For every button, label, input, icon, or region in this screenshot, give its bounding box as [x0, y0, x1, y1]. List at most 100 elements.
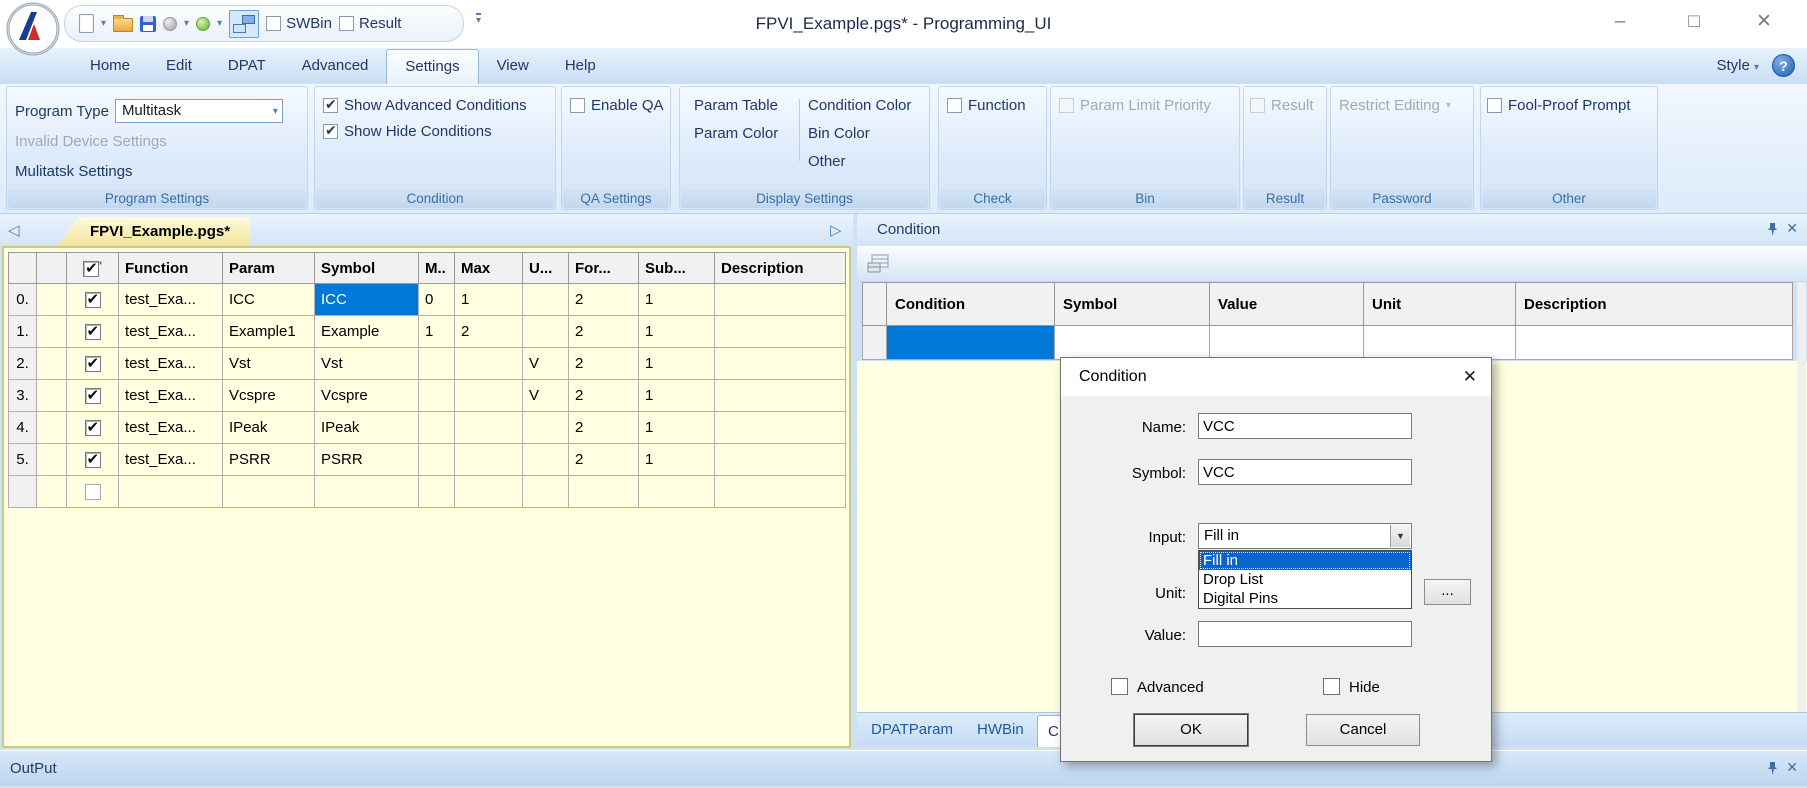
cell-param[interactable]: Vst	[223, 348, 315, 380]
cell-sub[interactable]	[639, 476, 715, 508]
enable-qa-checkbox[interactable]: Enable QA	[570, 97, 664, 114]
cell-unit[interactable]: V	[523, 380, 569, 412]
row-index[interactable]	[9, 476, 37, 508]
col-unit[interactable]: U...	[523, 253, 569, 284]
dialog-close-icon[interactable]: ✕	[1463, 358, 1477, 396]
new-file-icon[interactable]	[79, 14, 94, 33]
row-checkbox-box[interactable]	[85, 324, 101, 340]
row-checkbox[interactable]	[67, 380, 119, 412]
cell-symbol[interactable]: IPeak	[315, 412, 419, 444]
col-value[interactable]: Value	[1210, 283, 1364, 326]
close-panel-icon[interactable]: ✕	[1786, 220, 1798, 237]
cell-unit[interactable]	[1364, 326, 1516, 360]
close-button[interactable]: ✕	[1742, 0, 1786, 44]
pin-icon[interactable]	[1767, 762, 1778, 780]
show-hide-conditions-box[interactable]	[323, 124, 338, 139]
function-checkbox[interactable]: Function	[947, 97, 1026, 114]
row-index[interactable]: 2.	[9, 348, 37, 380]
cell-function[interactable]: test_Exa...	[119, 284, 223, 316]
row-checkbox[interactable]	[67, 284, 119, 316]
row-checkbox-box[interactable]	[85, 388, 101, 404]
cell-param[interactable]: IPeak	[223, 412, 315, 444]
dropdown-option-drop-list[interactable]: Drop List	[1199, 570, 1411, 589]
cell-description[interactable]	[715, 380, 846, 412]
row-index[interactable]: 5.	[9, 444, 37, 476]
cell-description[interactable]	[1516, 326, 1793, 360]
cell-format[interactable]: 2	[569, 284, 639, 316]
cell-sub[interactable]: 1	[639, 316, 715, 348]
row-checkbox-box[interactable]	[85, 356, 101, 372]
col-unit[interactable]: Unit	[1364, 283, 1516, 326]
row-checkbox-box[interactable]	[85, 420, 101, 436]
cell-max[interactable]: 2	[455, 316, 523, 348]
select-all-checkbox[interactable]: '	[67, 253, 119, 284]
col-symbol[interactable]: Symbol	[1055, 283, 1210, 326]
cell-description[interactable]	[715, 284, 846, 316]
show-advanced-conditions-box[interactable]	[323, 98, 338, 113]
row-index[interactable]: 4.	[9, 412, 37, 444]
tab-home[interactable]: Home	[72, 48, 148, 84]
col-sub[interactable]: Sub...	[639, 253, 715, 284]
document-tab[interactable]: FPVI_Example.pgs*	[58, 217, 250, 246]
row-checkbox-box[interactable]	[85, 452, 101, 468]
swbin-checkbox[interactable]: SWBin	[266, 15, 332, 32]
row-checkbox[interactable]	[67, 444, 119, 476]
close-panel-icon[interactable]: ✕	[1786, 759, 1798, 776]
cell-min[interactable]	[419, 348, 455, 380]
cell-unit[interactable]	[523, 412, 569, 444]
cell-format[interactable]: 2	[569, 412, 639, 444]
show-advanced-conditions-checkbox[interactable]: Show Advanced Conditions	[323, 97, 527, 114]
condition-row[interactable]	[863, 326, 1793, 360]
customize-quick-access-icon[interactable]: ▾	[476, 13, 481, 26]
cell-symbol[interactable]	[315, 476, 419, 508]
tab-help[interactable]: Help	[547, 48, 614, 84]
cell-max[interactable]	[455, 412, 523, 444]
cell-format[interactable]	[569, 476, 639, 508]
row-index[interactable]: 1.	[9, 316, 37, 348]
col-max[interactable]: Max	[455, 253, 523, 284]
col-min[interactable]: M..	[419, 253, 455, 284]
cell-param[interactable]	[223, 476, 315, 508]
cell-function[interactable]: test_Exa...	[119, 316, 223, 348]
row-header[interactable]	[863, 326, 887, 360]
cell-sub[interactable]: 1	[639, 380, 715, 412]
col-symbol[interactable]: Symbol	[315, 253, 419, 284]
cell-function[interactable]	[119, 476, 223, 508]
open-file-icon[interactable]	[113, 18, 133, 32]
select-all-box[interactable]	[83, 261, 99, 277]
table-row[interactable]: 4. test_Exa... IPeak IPeak 2 1	[9, 412, 846, 444]
cancel-button[interactable]: Cancel	[1306, 714, 1420, 746]
cell-sub[interactable]: 1	[639, 412, 715, 444]
cell-value[interactable]	[1210, 326, 1364, 360]
cell-max[interactable]	[455, 380, 523, 412]
cell-function[interactable]: test_Exa...	[119, 348, 223, 380]
table-row[interactable]: 2. test_Exa... Vst Vst V 2 1	[9, 348, 846, 380]
table-row-empty[interactable]	[9, 476, 846, 508]
fool-proof-prompt-box[interactable]	[1487, 98, 1502, 113]
col-description[interactable]: Description	[715, 253, 846, 284]
name-field[interactable]	[1198, 413, 1412, 439]
cell-min[interactable]	[419, 476, 455, 508]
condition-list-icon[interactable]	[867, 254, 889, 278]
symbol-field[interactable]	[1198, 459, 1412, 485]
cell-symbol[interactable]: Vst	[315, 348, 419, 380]
row-checkbox[interactable]	[67, 412, 119, 444]
cell-description[interactable]	[715, 348, 846, 380]
col-condition[interactable]: Condition	[887, 283, 1055, 326]
cell-symbol[interactable]	[1055, 326, 1210, 360]
input-select[interactable]: Fill in ▼	[1198, 523, 1412, 549]
cell-unit[interactable]	[523, 444, 569, 476]
tab-hwbin[interactable]: HWBin	[977, 713, 1024, 747]
ok-button[interactable]: OK	[1134, 714, 1248, 746]
combo-arrow-icon[interactable]: ▼	[1390, 525, 1410, 547]
col-param[interactable]: Param	[223, 253, 315, 284]
cell-unit[interactable]	[523, 476, 569, 508]
pin-icon[interactable]	[1767, 223, 1778, 241]
cell-description[interactable]	[715, 316, 846, 348]
col-description[interactable]: Description	[1516, 283, 1793, 326]
cell-description[interactable]	[715, 444, 846, 476]
cell-symbol[interactable]: Vcspre	[315, 380, 419, 412]
new-file-dropdown-icon[interactable]: ▾	[101, 18, 106, 29]
row-index[interactable]: 3.	[9, 380, 37, 412]
cell-param[interactable]: ICC	[223, 284, 315, 316]
